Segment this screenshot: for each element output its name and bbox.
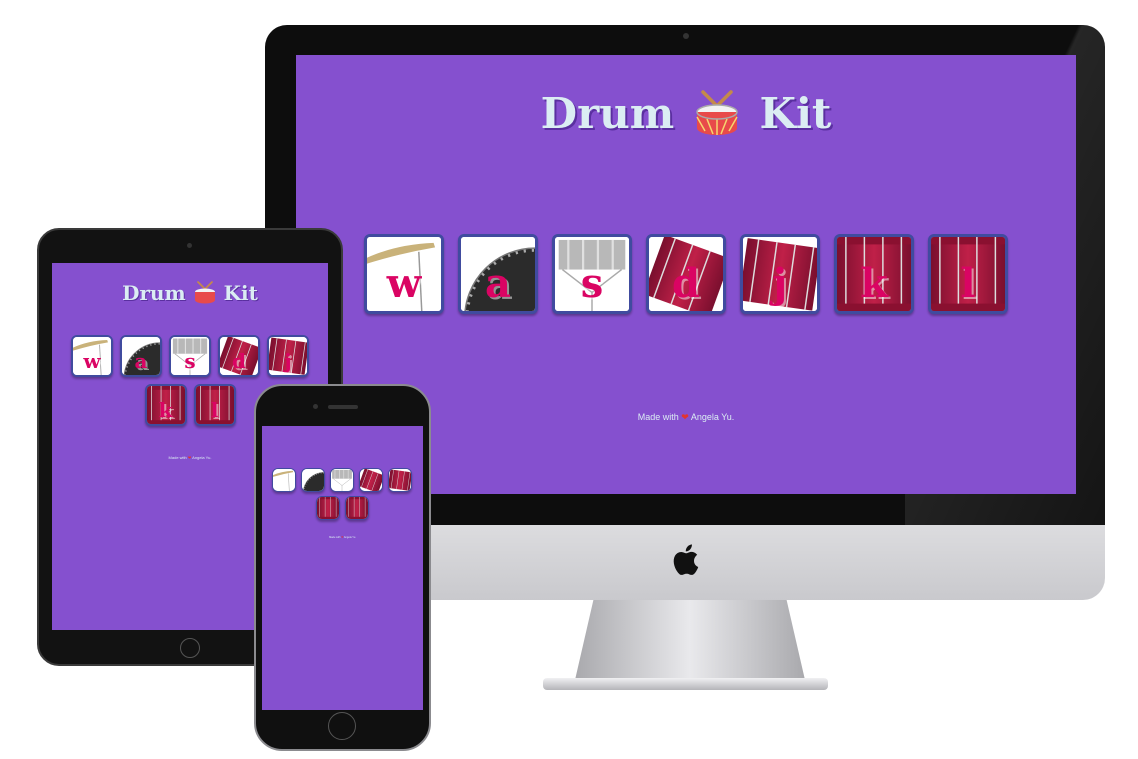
drum-pad-a[interactable] (301, 468, 325, 492)
iphone-camera (313, 404, 318, 409)
title-word-drum: Drum (122, 280, 186, 305)
drum-pad-key-label: w (83, 348, 101, 373)
drum-pad-w[interactable]: w (71, 335, 113, 377)
drum-pad-j[interactable] (388, 468, 412, 492)
drum-pad-key-label: a (485, 259, 511, 307)
drum-pad-key-label: s (580, 259, 604, 307)
drum-pad-k[interactable]: k (144, 384, 187, 426)
drum-pad-s[interactable] (330, 468, 354, 492)
apple-logo-icon (673, 544, 699, 575)
drum-pad-key-label: k (158, 397, 173, 422)
kick-drum-icon (302, 469, 324, 491)
drum-pads (267, 468, 417, 520)
drum-pad-w[interactable] (272, 468, 296, 492)
iphone-screen: Made with ❤ Angela Yu. (262, 426, 423, 710)
ipad-camera (187, 243, 192, 248)
drum-pad-key-label: a (134, 348, 148, 373)
iphone-speaker (328, 405, 358, 409)
drum-pad-j[interactable]: j (267, 335, 309, 377)
page-title: Drum Kit (296, 85, 1076, 138)
tom-1-icon (360, 469, 382, 491)
iphone-home-button (328, 712, 356, 740)
heart-icon: ❤ (187, 455, 192, 460)
drum-pad-key-label: d (672, 259, 700, 307)
drum-pad-key-label: l (960, 259, 976, 307)
drum-pad-j[interactable]: j (740, 234, 820, 314)
drum-pad-l[interactable] (344, 496, 369, 520)
title-word-kit: Kit (759, 88, 832, 138)
heart-icon: ❤ (681, 412, 689, 422)
footer-made-with: Made with (329, 536, 341, 539)
drum-pad-l[interactable]: l (928, 234, 1008, 314)
drum-pads: wasdjkl (296, 234, 1076, 314)
drum-pad-key-label: l (210, 397, 219, 422)
tom-3-icon (316, 497, 339, 519)
drum-pad-a[interactable]: a (458, 234, 538, 314)
snare-drum-icon (331, 469, 353, 491)
drum-pad-d[interactable] (359, 468, 383, 492)
drum-pad-key-label: s (184, 348, 196, 373)
drum-pad-key-label: j (284, 348, 292, 373)
drum-pad-l[interactable]: l (193, 384, 236, 426)
title-word-drum: Drum (540, 88, 675, 138)
footer-made-with: Made with (168, 455, 187, 460)
drum-emoji-icon (193, 280, 217, 305)
tom-4-icon (345, 497, 368, 519)
drum-pad-a[interactable]: a (120, 335, 162, 377)
title-word-kit: Kit (223, 280, 258, 305)
drum-pad-key-label: j (772, 259, 788, 307)
footer-author: Angela Yu. (343, 536, 356, 539)
drum-emoji-icon (693, 88, 741, 138)
imac-stand-base (543, 678, 828, 690)
drum-pad-key-label: w (386, 259, 422, 307)
drum-pad-s[interactable]: s (169, 335, 211, 377)
tom-2-icon (389, 469, 411, 491)
footer: Made with ❤ Angela Yu. (262, 536, 423, 539)
ipad-home-button (180, 638, 200, 658)
page-title: Drum Kit (52, 279, 328, 305)
drum-pad-key-label: d (232, 348, 246, 373)
footer-author: Angela Yu. (690, 412, 735, 422)
drum-pad-key-label: k (860, 259, 888, 307)
drum-pad-d[interactable]: d (646, 234, 726, 314)
imac-camera (683, 33, 689, 39)
drum-pad-k[interactable] (315, 496, 340, 520)
drum-pad-s[interactable]: s (552, 234, 632, 314)
crash-cymbal-icon (273, 469, 295, 491)
drum-pad-d[interactable]: d (218, 335, 260, 377)
drum-pad-k[interactable]: k (834, 234, 914, 314)
footer-made-with: Made with (637, 412, 679, 422)
footer-author: Angela Yu. (192, 455, 212, 460)
drum-pad-w[interactable]: w (364, 234, 444, 314)
imac-stand (575, 600, 805, 680)
